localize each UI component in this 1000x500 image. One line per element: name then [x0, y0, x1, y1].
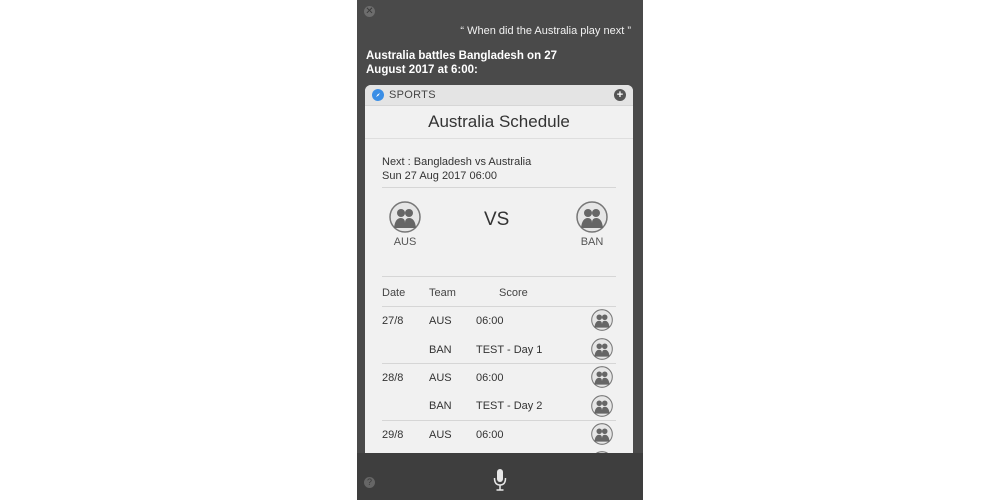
sports-card[interactable]: SPORTS + Australia Schedule Next : Bangl… — [365, 85, 633, 465]
help-icon[interactable]: ? — [364, 477, 375, 488]
home-team-code: AUS — [393, 236, 417, 248]
row-score: TEST - Day 2 — [476, 400, 543, 412]
row-score: 06:00 — [476, 429, 504, 441]
user-query: “ When did the Australia play next ” — [460, 25, 631, 37]
row-team: AUS — [429, 429, 452, 441]
row-score: 06:00 — [476, 315, 504, 327]
next-match-teams: Next : Bangladesh vs Australia — [382, 156, 532, 168]
row-team: BAN — [429, 400, 452, 412]
divider — [382, 363, 616, 364]
divider — [382, 187, 616, 188]
people-icon — [591, 423, 613, 445]
divider — [382, 276, 616, 277]
people-icon — [389, 201, 421, 233]
compass-icon — [372, 89, 384, 101]
away-team-code: BAN — [580, 236, 604, 248]
people-icon — [591, 338, 613, 360]
header-score: Score — [499, 287, 528, 299]
row-team: AUS — [429, 315, 452, 327]
close-icon[interactable]: ✕ — [364, 6, 375, 17]
siri-panel: ✕ “ When did the Australia play next ” A… — [357, 0, 643, 500]
siri-answer: Australia battles Bangladesh on 27 Augus… — [366, 50, 558, 76]
row-score: TEST - Day 1 — [476, 344, 543, 356]
divider — [382, 306, 616, 307]
plus-icon[interactable]: + — [614, 89, 626, 101]
versus-label: VS — [484, 209, 510, 230]
row-team: BAN — [429, 344, 452, 356]
people-icon — [591, 366, 613, 388]
microphone-icon[interactable] — [492, 468, 508, 492]
people-icon — [591, 309, 613, 331]
people-icon — [591, 395, 613, 417]
next-match-date: Sun 27 Aug 2017 06:00 — [382, 170, 497, 182]
people-icon — [576, 201, 608, 233]
row-date: 27/8 — [382, 315, 404, 327]
away-team[interactable]: BAN — [567, 201, 617, 248]
card-title: Australia Schedule — [365, 106, 633, 139]
row-date: 28/8 — [382, 372, 404, 384]
home-team[interactable]: AUS — [380, 201, 430, 248]
row-date: 29/8 — [382, 429, 404, 441]
card-category: SPORTS — [389, 89, 436, 101]
row-team: AUS — [429, 372, 452, 384]
header-team: Team — [429, 287, 456, 299]
row-score: 06:00 — [476, 372, 504, 384]
divider — [382, 420, 616, 421]
card-header: SPORTS + — [365, 85, 633, 106]
siri-bottom-bar: ? — [357, 453, 643, 500]
next-match: Next : Bangladesh vs Australia Sun 27 Au… — [382, 155, 531, 183]
header-date: Date — [382, 287, 406, 299]
